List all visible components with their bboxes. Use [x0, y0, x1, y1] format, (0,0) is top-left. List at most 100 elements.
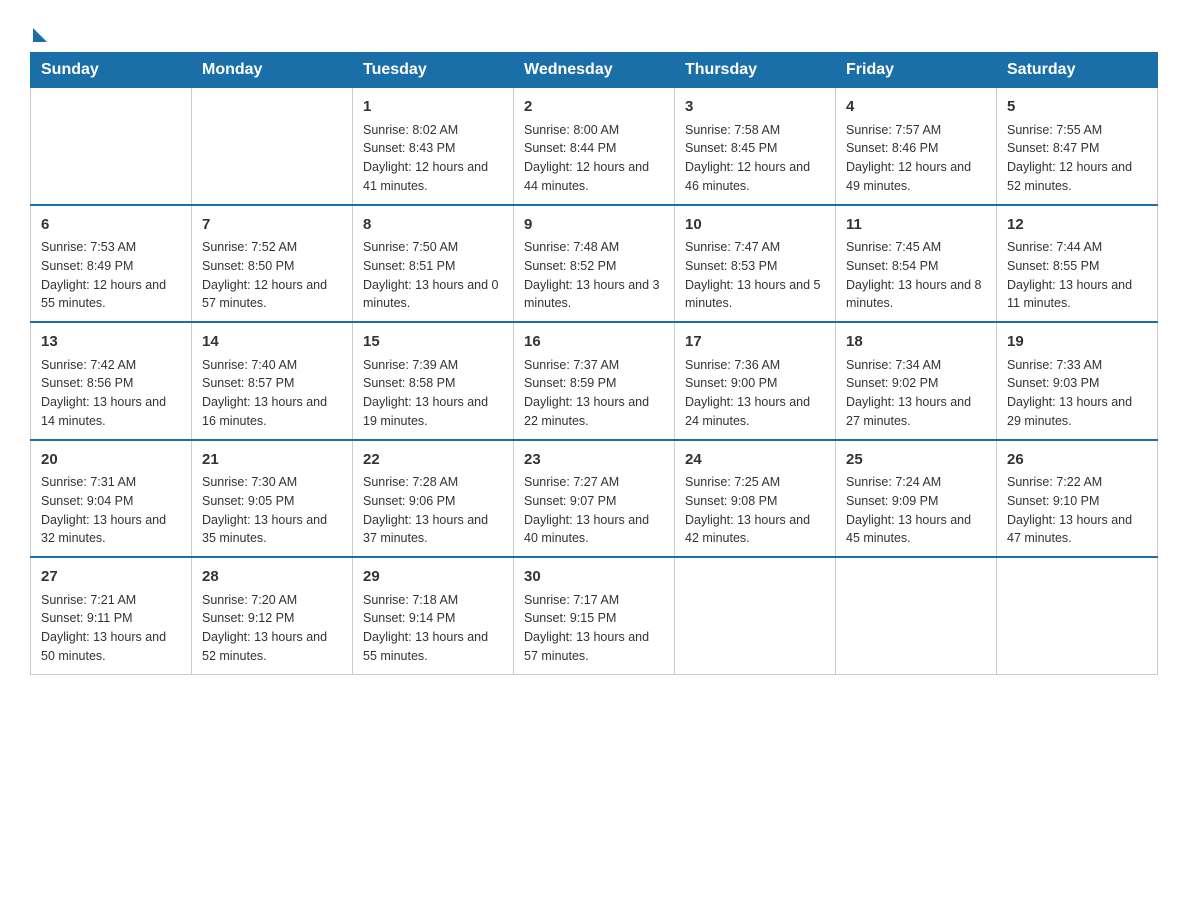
day-number: 26	[1007, 449, 1147, 472]
logo	[30, 20, 47, 42]
day-info: Sunrise: 7:53 AM Sunset: 8:49 PM Dayligh…	[41, 238, 181, 313]
calendar-cell: 10Sunrise: 7:47 AM Sunset: 8:53 PM Dayli…	[675, 205, 836, 323]
day-number: 6	[41, 214, 181, 237]
calendar-cell: 7Sunrise: 7:52 AM Sunset: 8:50 PM Daylig…	[192, 205, 353, 323]
day-info: Sunrise: 8:02 AM Sunset: 8:43 PM Dayligh…	[363, 121, 503, 196]
header-area	[30, 20, 1158, 42]
calendar-cell: 5Sunrise: 7:55 AM Sunset: 8:47 PM Daylig…	[997, 88, 1158, 205]
day-info: Sunrise: 7:50 AM Sunset: 8:51 PM Dayligh…	[363, 238, 503, 313]
day-number: 30	[524, 566, 664, 589]
calendar-cell: 20Sunrise: 7:31 AM Sunset: 9:04 PM Dayli…	[31, 440, 192, 558]
day-number: 15	[363, 331, 503, 354]
day-info: Sunrise: 7:40 AM Sunset: 8:57 PM Dayligh…	[202, 356, 342, 431]
day-number: 12	[1007, 214, 1147, 237]
calendar-cell: 18Sunrise: 7:34 AM Sunset: 9:02 PM Dayli…	[836, 322, 997, 440]
day-info: Sunrise: 7:22 AM Sunset: 9:10 PM Dayligh…	[1007, 473, 1147, 548]
day-info: Sunrise: 7:25 AM Sunset: 9:08 PM Dayligh…	[685, 473, 825, 548]
day-number: 17	[685, 331, 825, 354]
day-info: Sunrise: 7:57 AM Sunset: 8:46 PM Dayligh…	[846, 121, 986, 196]
calendar-cell: 17Sunrise: 7:36 AM Sunset: 9:00 PM Dayli…	[675, 322, 836, 440]
day-header-tuesday: Tuesday	[353, 53, 514, 88]
day-info: Sunrise: 7:39 AM Sunset: 8:58 PM Dayligh…	[363, 356, 503, 431]
day-number: 13	[41, 331, 181, 354]
day-info: Sunrise: 7:58 AM Sunset: 8:45 PM Dayligh…	[685, 121, 825, 196]
day-number: 2	[524, 96, 664, 119]
calendar-cell: 8Sunrise: 7:50 AM Sunset: 8:51 PM Daylig…	[353, 205, 514, 323]
calendar-cell: 26Sunrise: 7:22 AM Sunset: 9:10 PM Dayli…	[997, 440, 1158, 558]
calendar-cell: 16Sunrise: 7:37 AM Sunset: 8:59 PM Dayli…	[514, 322, 675, 440]
logo-arrow-icon	[33, 28, 47, 42]
day-info: Sunrise: 7:42 AM Sunset: 8:56 PM Dayligh…	[41, 356, 181, 431]
calendar-cell	[997, 557, 1158, 674]
day-header-saturday: Saturday	[997, 53, 1158, 88]
day-info: Sunrise: 7:33 AM Sunset: 9:03 PM Dayligh…	[1007, 356, 1147, 431]
day-header-sunday: Sunday	[31, 53, 192, 88]
day-info: Sunrise: 7:37 AM Sunset: 8:59 PM Dayligh…	[524, 356, 664, 431]
week-row-4: 20Sunrise: 7:31 AM Sunset: 9:04 PM Dayli…	[31, 440, 1158, 558]
day-number: 4	[846, 96, 986, 119]
calendar-cell: 30Sunrise: 7:17 AM Sunset: 9:15 PM Dayli…	[514, 557, 675, 674]
calendar-cell: 6Sunrise: 7:53 AM Sunset: 8:49 PM Daylig…	[31, 205, 192, 323]
calendar-cell: 3Sunrise: 7:58 AM Sunset: 8:45 PM Daylig…	[675, 88, 836, 205]
calendar-cell: 22Sunrise: 7:28 AM Sunset: 9:06 PM Dayli…	[353, 440, 514, 558]
day-number: 20	[41, 449, 181, 472]
day-header-friday: Friday	[836, 53, 997, 88]
day-number: 8	[363, 214, 503, 237]
calendar-cell: 21Sunrise: 7:30 AM Sunset: 9:05 PM Dayli…	[192, 440, 353, 558]
day-number: 10	[685, 214, 825, 237]
day-header-wednesday: Wednesday	[514, 53, 675, 88]
week-row-5: 27Sunrise: 7:21 AM Sunset: 9:11 PM Dayli…	[31, 557, 1158, 674]
day-header-thursday: Thursday	[675, 53, 836, 88]
week-row-2: 6Sunrise: 7:53 AM Sunset: 8:49 PM Daylig…	[31, 205, 1158, 323]
week-row-1: 1Sunrise: 8:02 AM Sunset: 8:43 PM Daylig…	[31, 88, 1158, 205]
calendar-cell: 28Sunrise: 7:20 AM Sunset: 9:12 PM Dayli…	[192, 557, 353, 674]
day-info: Sunrise: 7:52 AM Sunset: 8:50 PM Dayligh…	[202, 238, 342, 313]
calendar-cell: 9Sunrise: 7:48 AM Sunset: 8:52 PM Daylig…	[514, 205, 675, 323]
day-number: 19	[1007, 331, 1147, 354]
calendar-cell	[192, 88, 353, 205]
day-info: Sunrise: 7:27 AM Sunset: 9:07 PM Dayligh…	[524, 473, 664, 548]
day-number: 29	[363, 566, 503, 589]
day-number: 14	[202, 331, 342, 354]
day-number: 24	[685, 449, 825, 472]
calendar-cell: 11Sunrise: 7:45 AM Sunset: 8:54 PM Dayli…	[836, 205, 997, 323]
day-number: 23	[524, 449, 664, 472]
day-number: 27	[41, 566, 181, 589]
calendar-table: SundayMondayTuesdayWednesdayThursdayFrid…	[30, 52, 1158, 675]
calendar-cell: 19Sunrise: 7:33 AM Sunset: 9:03 PM Dayli…	[997, 322, 1158, 440]
day-info: Sunrise: 7:20 AM Sunset: 9:12 PM Dayligh…	[202, 591, 342, 666]
calendar-cell: 14Sunrise: 7:40 AM Sunset: 8:57 PM Dayli…	[192, 322, 353, 440]
calendar-cell	[31, 88, 192, 205]
day-number: 18	[846, 331, 986, 354]
calendar-cell	[675, 557, 836, 674]
day-number: 7	[202, 214, 342, 237]
day-number: 5	[1007, 96, 1147, 119]
calendar-cell: 1Sunrise: 8:02 AM Sunset: 8:43 PM Daylig…	[353, 88, 514, 205]
day-info: Sunrise: 8:00 AM Sunset: 8:44 PM Dayligh…	[524, 121, 664, 196]
week-row-3: 13Sunrise: 7:42 AM Sunset: 8:56 PM Dayli…	[31, 322, 1158, 440]
day-info: Sunrise: 7:55 AM Sunset: 8:47 PM Dayligh…	[1007, 121, 1147, 196]
day-header-monday: Monday	[192, 53, 353, 88]
day-info: Sunrise: 7:28 AM Sunset: 9:06 PM Dayligh…	[363, 473, 503, 548]
day-info: Sunrise: 7:21 AM Sunset: 9:11 PM Dayligh…	[41, 591, 181, 666]
day-info: Sunrise: 7:44 AM Sunset: 8:55 PM Dayligh…	[1007, 238, 1147, 313]
day-number: 21	[202, 449, 342, 472]
calendar-cell: 27Sunrise: 7:21 AM Sunset: 9:11 PM Dayli…	[31, 557, 192, 674]
calendar-cell: 25Sunrise: 7:24 AM Sunset: 9:09 PM Dayli…	[836, 440, 997, 558]
calendar-cell: 23Sunrise: 7:27 AM Sunset: 9:07 PM Dayli…	[514, 440, 675, 558]
day-number: 28	[202, 566, 342, 589]
day-number: 3	[685, 96, 825, 119]
day-info: Sunrise: 7:48 AM Sunset: 8:52 PM Dayligh…	[524, 238, 664, 313]
day-number: 1	[363, 96, 503, 119]
day-number: 11	[846, 214, 986, 237]
day-info: Sunrise: 7:18 AM Sunset: 9:14 PM Dayligh…	[363, 591, 503, 666]
calendar-cell: 29Sunrise: 7:18 AM Sunset: 9:14 PM Dayli…	[353, 557, 514, 674]
day-number: 9	[524, 214, 664, 237]
day-number: 25	[846, 449, 986, 472]
calendar-cell: 24Sunrise: 7:25 AM Sunset: 9:08 PM Dayli…	[675, 440, 836, 558]
calendar-cell: 15Sunrise: 7:39 AM Sunset: 8:58 PM Dayli…	[353, 322, 514, 440]
day-info: Sunrise: 7:30 AM Sunset: 9:05 PM Dayligh…	[202, 473, 342, 548]
day-info: Sunrise: 7:45 AM Sunset: 8:54 PM Dayligh…	[846, 238, 986, 313]
day-info: Sunrise: 7:17 AM Sunset: 9:15 PM Dayligh…	[524, 591, 664, 666]
day-info: Sunrise: 7:31 AM Sunset: 9:04 PM Dayligh…	[41, 473, 181, 548]
